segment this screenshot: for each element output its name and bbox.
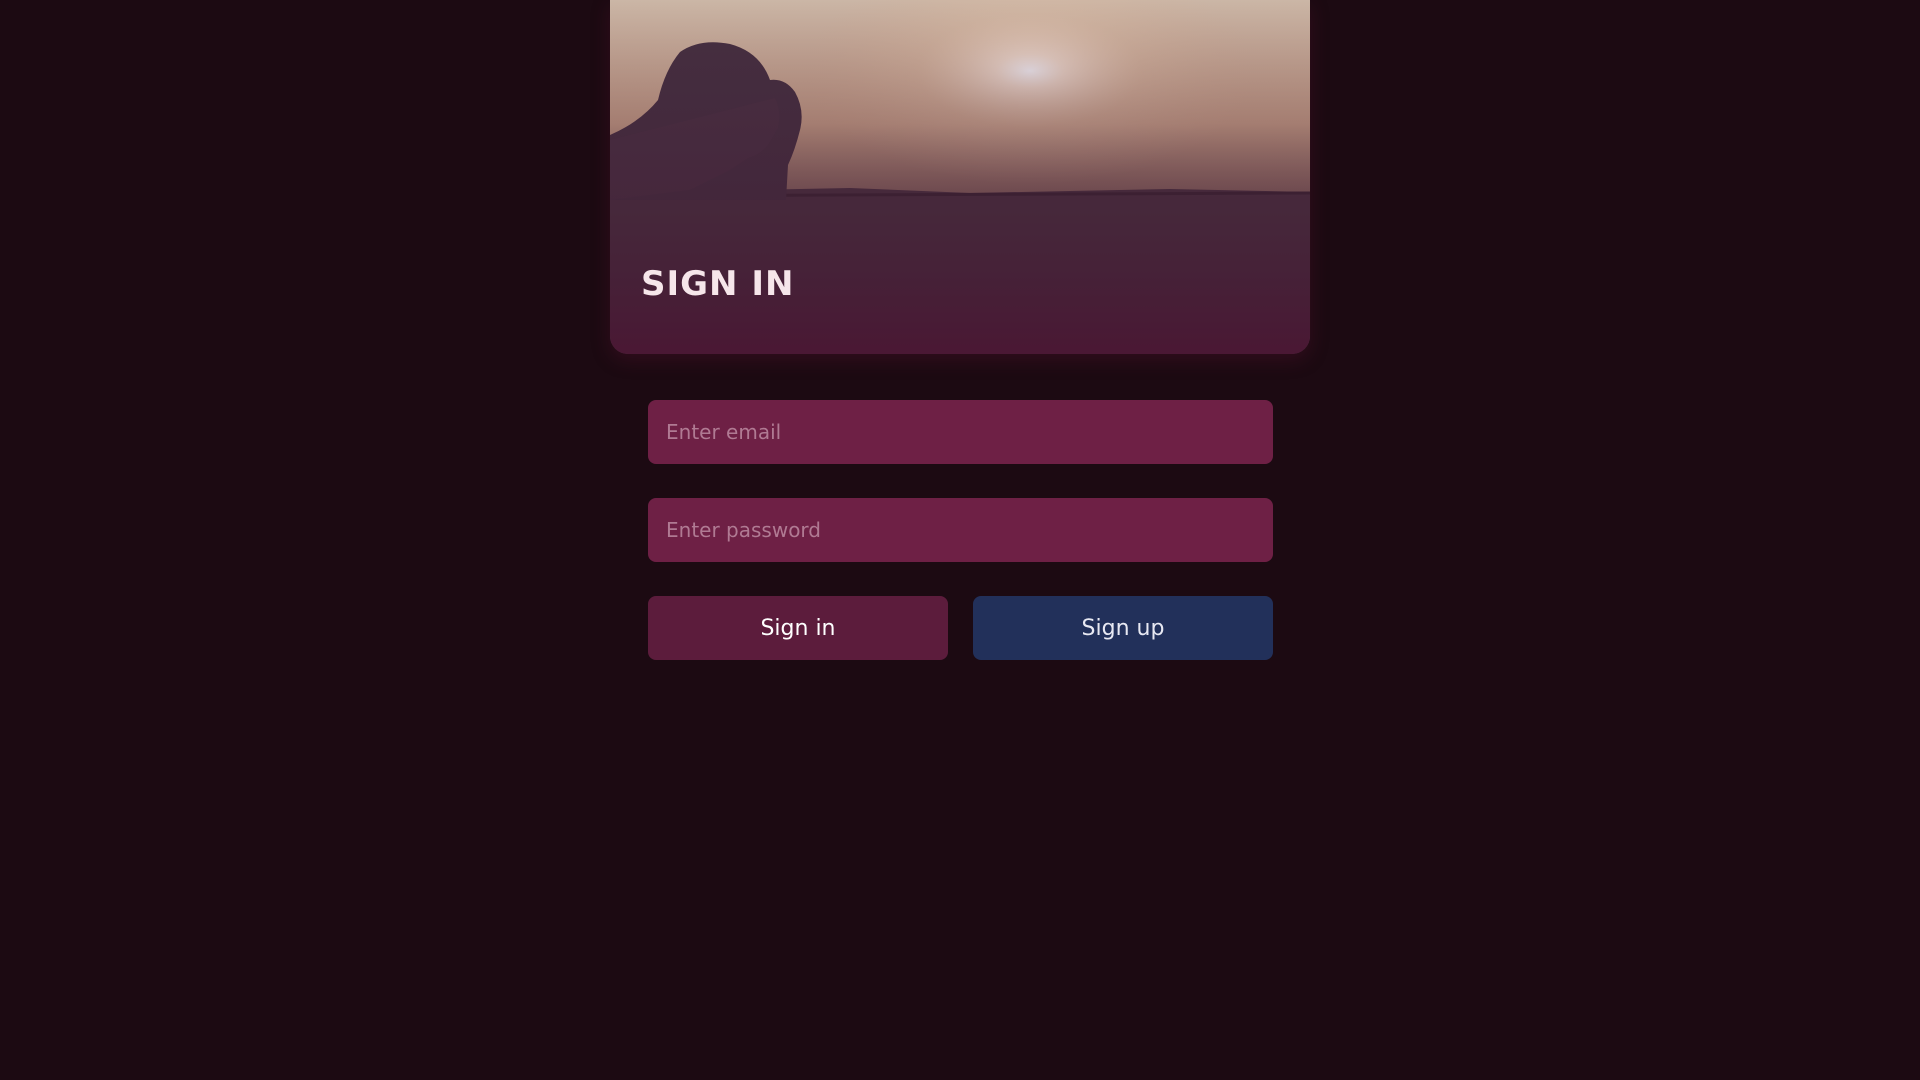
email-field[interactable] xyxy=(648,400,1273,464)
password-field[interactable] xyxy=(648,498,1273,562)
hero-banner: SIGN IN xyxy=(610,0,1310,354)
page-title: SIGN IN xyxy=(641,264,795,304)
sign-up-button[interactable]: Sign up xyxy=(973,596,1273,660)
sign-in-button[interactable]: Sign in xyxy=(648,596,948,660)
sign-in-page: SIGN IN Sign in Sign up xyxy=(0,0,1920,1080)
